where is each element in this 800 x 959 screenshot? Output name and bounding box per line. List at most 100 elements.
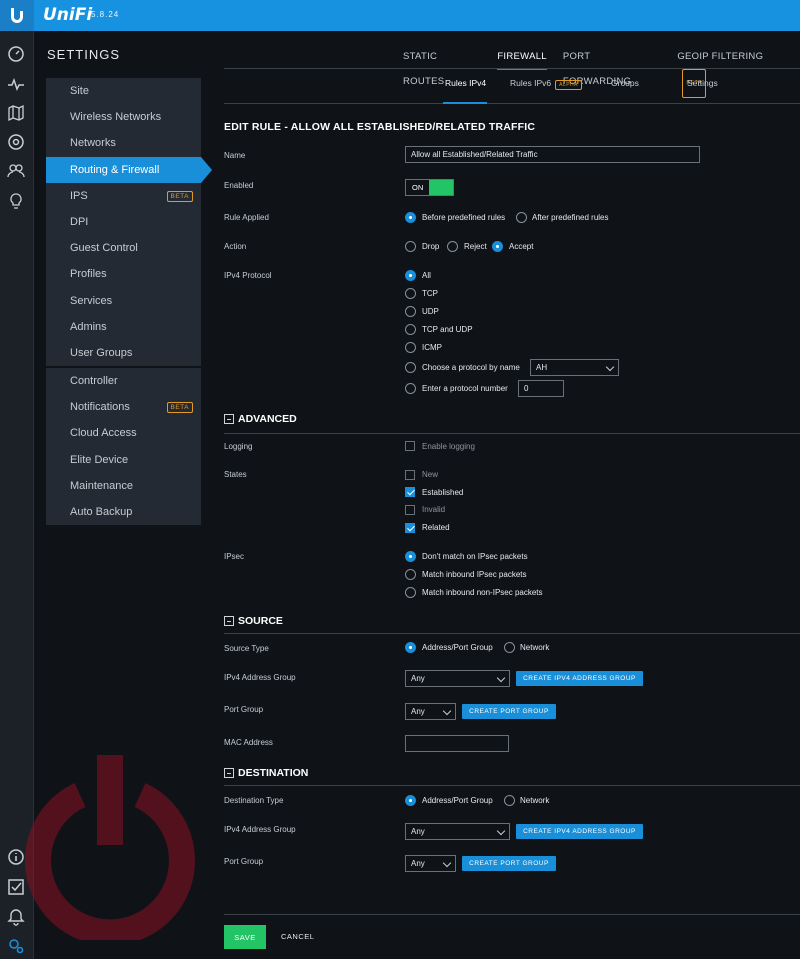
- sidebar-item-profiles[interactable]: Profiles: [46, 261, 201, 287]
- sidebar-item-user-groups[interactable]: User Groups: [46, 340, 201, 366]
- toggle-on-text: ON: [412, 183, 424, 192]
- sidebar-item-site[interactable]: Site: [46, 78, 201, 104]
- enabled-toggle[interactable]: ON: [405, 179, 454, 196]
- sidebar-item-dpi[interactable]: DPI: [46, 209, 201, 235]
- subtab-rules-ipv6[interactable]: Rules IPv6 ALPHA: [510, 78, 583, 90]
- tab-port-forwarding[interactable]: PORT FORWARDING: [555, 44, 669, 87]
- tab-firewall[interactable]: FIREWALL: [489, 44, 555, 70]
- rule-applied-label: Rule Applied: [224, 213, 269, 222]
- save-button[interactable]: SAVE: [224, 925, 266, 949]
- protocol-all-radio[interactable]: [405, 270, 416, 281]
- protocol-number-radio[interactable]: [405, 383, 416, 394]
- state-invalid-checkbox[interactable]: [405, 505, 415, 515]
- source-address-port-radio[interactable]: [405, 642, 416, 653]
- mac-address-label: MAC Address: [224, 738, 273, 747]
- state-related-checkbox[interactable]: [405, 523, 415, 533]
- destination-title: DESTINATION: [238, 767, 309, 779]
- destination-create-port-group-button[interactable]: CREATE PORT GROUP: [462, 856, 556, 871]
- protocol-icmp-radio[interactable]: [405, 342, 416, 353]
- protocol-tcp-udp-radio[interactable]: [405, 324, 416, 335]
- destination-section-header[interactable]: DESTINATION: [224, 767, 308, 779]
- source-create-addr-group-button[interactable]: CREATE IPV4 ADDRESS GROUP: [516, 671, 643, 686]
- destination-port-value: Any: [411, 859, 425, 868]
- ipsec-inbound-radio[interactable]: [405, 569, 416, 580]
- beta-badge: BETA: [166, 402, 193, 414]
- before-predefined-text: Before predefined rules: [422, 213, 506, 222]
- sidebar-item-controller[interactable]: Controller: [46, 368, 201, 394]
- cancel-button[interactable]: CANCEL: [281, 932, 314, 941]
- top-bar: UniFi 5.8.24: [0, 0, 800, 31]
- power-watermark-icon: [25, 755, 195, 940]
- rule-name-input[interactable]: Allow all Established/Related Traffic: [405, 146, 700, 163]
- sidebar-item-notifications[interactable]: Notifications BETA: [46, 394, 201, 420]
- protocol-by-name-radio[interactable]: [405, 362, 416, 373]
- tab-geoip-filtering[interactable]: GEOIP FILTERINGBETA: [669, 44, 800, 98]
- sidebar-item-guest-control[interactable]: Guest Control: [46, 235, 201, 261]
- source-addr-select[interactable]: Any: [405, 670, 510, 687]
- state-established-checkbox[interactable]: [405, 487, 415, 497]
- source-create-port-group-button[interactable]: CREATE PORT GROUP: [462, 704, 556, 719]
- destination-type-label: Destination Type: [224, 796, 284, 805]
- destination-port-select[interactable]: Any: [405, 855, 456, 872]
- source-section-header[interactable]: SOURCE: [224, 615, 283, 627]
- mac-address-input[interactable]: [405, 735, 509, 752]
- sidebar-item-cloud-access[interactable]: Cloud Access: [46, 420, 201, 446]
- protocol-tcp-radio[interactable]: [405, 288, 416, 299]
- info-icon[interactable]: [6, 847, 26, 867]
- insights-icon[interactable]: [6, 191, 26, 211]
- sidebar-item-label: Routing & Firewall: [70, 163, 160, 176]
- action-reject-radio[interactable]: [447, 241, 458, 252]
- protocol-udp-radio[interactable]: [405, 306, 416, 317]
- sidebar-item-admins[interactable]: Admins: [46, 314, 201, 340]
- clients-icon[interactable]: [6, 161, 26, 181]
- subtab-label: Rules IPv4: [445, 78, 487, 88]
- tasks-icon[interactable]: [6, 877, 26, 897]
- protocol-name-select[interactable]: AH: [530, 359, 619, 376]
- destination-network-radio[interactable]: [504, 795, 515, 806]
- action-drop-radio[interactable]: [405, 241, 416, 252]
- after-predefined-radio[interactable]: [516, 212, 527, 223]
- destination-create-addr-group-button[interactable]: CREATE IPV4 ADDRESS GROUP: [516, 824, 643, 839]
- advanced-section-header[interactable]: ADVANCED: [224, 413, 297, 425]
- sidebar-item-label: IPS: [70, 189, 88, 202]
- subtab-rules-ipv4[interactable]: Rules IPv4: [445, 78, 486, 88]
- source-port-select[interactable]: Any: [405, 703, 456, 720]
- tab-static-routes[interactable]: STATIC ROUTES: [395, 44, 489, 87]
- map-icon[interactable]: [6, 103, 26, 123]
- devices-icon[interactable]: [6, 132, 26, 152]
- sidebar-item-label: Controller: [70, 375, 118, 388]
- ubiquiti-logo[interactable]: [0, 0, 34, 31]
- enable-logging-checkbox[interactable]: [405, 441, 415, 451]
- sidebar-item-networks[interactable]: Networks: [46, 130, 201, 156]
- tab-label: FIREWALL: [497, 51, 547, 62]
- ipsec-dont-match-text: Don't match on IPsec packets: [422, 552, 528, 561]
- protocol-number-text: Enter a protocol number: [422, 384, 508, 393]
- state-new-checkbox[interactable]: [405, 470, 415, 480]
- destination-address-port-radio[interactable]: [405, 795, 416, 806]
- statistics-icon[interactable]: [6, 74, 26, 94]
- destination-addr-select[interactable]: Any: [405, 823, 510, 840]
- subtab-settings[interactable]: Settings: [687, 78, 718, 88]
- sidebar-item-maintenance[interactable]: Maintenance: [46, 473, 201, 499]
- sidebar-item-wireless-networks[interactable]: Wireless Networks: [46, 104, 201, 130]
- sidebar-item-elite-device[interactable]: Elite Device: [46, 447, 201, 473]
- action-drop-text: Drop: [422, 242, 440, 251]
- ipsec-non-ipsec-radio[interactable]: [405, 587, 416, 598]
- version-label: 5.8.24: [91, 10, 120, 19]
- destination-address-port-text: Address/Port Group: [422, 796, 493, 805]
- alerts-icon[interactable]: [6, 907, 26, 927]
- source-addr-label: IPv4 Address Group: [224, 673, 296, 682]
- protocol-number-input[interactable]: 0: [518, 380, 564, 397]
- sidebar-item-routing-firewall[interactable]: Routing & Firewall: [46, 156, 212, 183]
- protocol-icmp-text: ICMP: [422, 343, 442, 352]
- dashboard-icon[interactable]: [6, 44, 26, 64]
- source-network-radio[interactable]: [504, 642, 515, 653]
- before-predefined-radio[interactable]: [405, 212, 416, 223]
- subtab-groups[interactable]: Groups: [611, 78, 639, 88]
- sidebar-item-services[interactable]: Services: [46, 288, 201, 314]
- action-accept-radio[interactable]: [492, 241, 503, 252]
- sidebar-item-auto-backup[interactable]: Auto Backup: [46, 499, 201, 525]
- ipsec-dont-match-radio[interactable]: [405, 551, 416, 562]
- sidebar-item-ips[interactable]: IPS BETA: [46, 183, 201, 209]
- settings-icon[interactable]: [6, 936, 26, 956]
